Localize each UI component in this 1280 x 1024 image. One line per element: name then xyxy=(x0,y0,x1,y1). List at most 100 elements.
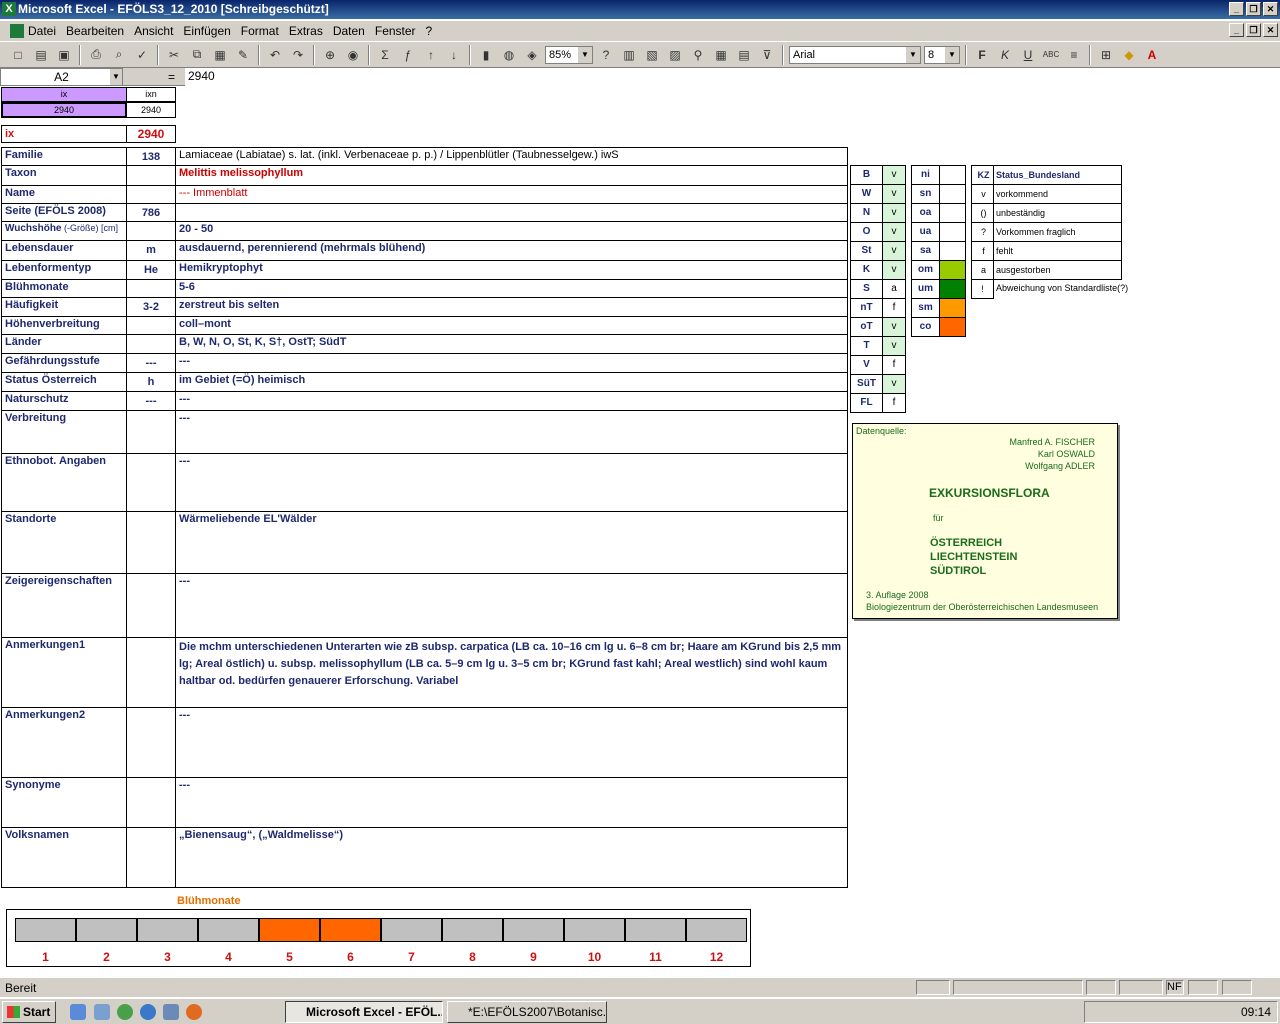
row-label[interactable]: Länder xyxy=(1,334,127,354)
row-code[interactable] xyxy=(126,707,176,778)
row-code[interactable] xyxy=(126,316,176,335)
status-label[interactable]: ausgestorben xyxy=(993,260,1122,280)
hoehe-code[interactable]: ua xyxy=(911,222,940,242)
row-code[interactable]: 786 xyxy=(126,203,176,222)
row-value[interactable]: ausdauernd, perennierend (mehrmals blühe… xyxy=(175,240,848,261)
preview-icon[interactable]: ⌕ xyxy=(109,45,129,65)
row-value[interactable] xyxy=(175,203,848,222)
hoehe-color[interactable] xyxy=(939,317,966,337)
ie-icon[interactable] xyxy=(140,1004,156,1020)
land-code[interactable]: nT xyxy=(850,298,883,318)
row-value[interactable]: B, W, N, O, St, K, S†, OstT; SüdT xyxy=(175,334,848,354)
land-status[interactable]: v xyxy=(882,203,906,223)
redo-icon[interactable]: ↷ xyxy=(288,45,308,65)
new-icon[interactable]: □ xyxy=(8,45,28,65)
row-code[interactable] xyxy=(126,410,176,454)
row-code[interactable] xyxy=(126,453,176,512)
row-value[interactable]: Lamiaceae (Labiatae) s. lat. (inkl. Verb… xyxy=(175,147,848,166)
hoehe-color[interactable] xyxy=(939,241,966,261)
row-value[interactable]: --- xyxy=(175,391,848,411)
row-code[interactable]: m xyxy=(126,240,176,261)
row-label[interactable]: Name xyxy=(1,185,127,204)
status-kz[interactable]: ? xyxy=(971,222,994,242)
status-label[interactable]: fehlt xyxy=(993,241,1122,261)
filter-icon[interactable]: ⊽ xyxy=(757,45,777,65)
hoehe-code[interactable]: sn xyxy=(911,184,940,204)
row-value[interactable]: im Gebiet (=Ö) heimisch xyxy=(175,372,848,392)
row-value[interactable]: 5-6 xyxy=(175,279,848,298)
sort-desc-icon[interactable]: ↓ xyxy=(444,45,464,65)
hoehe-code[interactable]: ni xyxy=(911,165,940,185)
land-status[interactable]: f xyxy=(882,355,906,375)
menu-einfuegen[interactable]: Einfügen xyxy=(183,24,230,38)
format-painter-icon[interactable]: ✎ xyxy=(233,45,253,65)
hoehe-code[interactable]: co xyxy=(911,317,940,337)
undo-icon[interactable]: ↶ xyxy=(265,45,285,65)
land-code[interactable]: W xyxy=(850,184,883,204)
status-label[interactable]: unbeständig xyxy=(993,203,1122,223)
align-icon[interactable]: ≡ xyxy=(1064,45,1084,65)
row-value[interactable]: zerstreut bis selten xyxy=(175,297,848,317)
copy-icon[interactable]: ⧉ xyxy=(187,45,207,65)
row-code[interactable] xyxy=(126,777,176,828)
paste-icon[interactable]: ▦ xyxy=(210,45,230,65)
land-code[interactable]: SüT xyxy=(850,374,883,394)
font-select[interactable]: Arial ▼ xyxy=(789,45,921,64)
row-code[interactable]: 3-2 xyxy=(126,297,176,317)
row-label[interactable]: Anmerkungen2 xyxy=(1,707,127,778)
row-label[interactable]: Synonyme xyxy=(1,777,127,828)
hoehe-code[interactable]: oa xyxy=(911,203,940,223)
row-code[interactable] xyxy=(126,827,176,888)
tool-icon-1[interactable]: ▥ xyxy=(619,45,639,65)
land-status[interactable]: v xyxy=(882,260,906,280)
ixn-header[interactable]: ixn xyxy=(126,87,176,102)
strike-icon[interactable]: ABC xyxy=(1041,45,1061,65)
hyperlink-icon[interactable]: ⊕ xyxy=(320,45,340,65)
hoehe-color[interactable] xyxy=(939,298,966,318)
quicklaunch-icon-1[interactable] xyxy=(70,1004,86,1020)
land-status[interactable]: v xyxy=(882,317,906,337)
menu-datei[interactable]: Datei xyxy=(28,24,56,38)
ix-header[interactable]: ix xyxy=(1,87,127,102)
row-label[interactable]: Zeigereigenschaften xyxy=(1,573,127,638)
menu-extras[interactable]: Extras xyxy=(289,24,323,38)
land-code[interactable]: N xyxy=(850,203,883,223)
status-kz[interactable]: f xyxy=(971,241,994,261)
hoehe-code[interactable]: um xyxy=(911,279,940,299)
land-code[interactable]: O xyxy=(850,222,883,242)
row-value[interactable]: --- xyxy=(175,777,848,828)
land-code[interactable]: K xyxy=(850,260,883,280)
name-box[interactable]: A2 ▼ xyxy=(0,68,123,86)
land-code[interactable]: FL xyxy=(850,393,883,413)
row-label[interactable]: Familie xyxy=(1,147,127,166)
status-label-header[interactable]: Status_Bundesland xyxy=(993,165,1122,185)
row-label[interactable]: Gefährdungsstufe xyxy=(1,353,127,373)
status-kz[interactable]: v xyxy=(971,184,994,204)
map-icon[interactable]: ◍ xyxy=(499,45,519,65)
row-code[interactable] xyxy=(126,279,176,298)
tool-icon-2[interactable]: ▧ xyxy=(642,45,662,65)
web-icon[interactable]: ◉ xyxy=(343,45,363,65)
find-icon[interactable]: ⚲ xyxy=(688,45,708,65)
row-value[interactable]: Wärmeliebende EL'Wälder xyxy=(175,511,848,574)
menu-format[interactable]: Format xyxy=(241,24,279,38)
row-label[interactable]: Taxon xyxy=(1,165,127,186)
status-kz-header[interactable]: KZ xyxy=(971,165,994,185)
land-code[interactable]: V xyxy=(850,355,883,375)
zoom-select[interactable]: 85% ▼ xyxy=(545,45,593,64)
row-value[interactable]: --- xyxy=(175,410,848,454)
autosum-icon[interactable]: Σ xyxy=(375,45,395,65)
row-value[interactable]: 20 - 50 xyxy=(175,221,848,241)
land-code[interactable]: B xyxy=(850,165,883,185)
row-label[interactable]: Häufigkeit xyxy=(1,297,127,317)
borders-icon[interactable]: ⊞ xyxy=(1096,45,1116,65)
row-label[interactable]: Ethnobot. Angaben xyxy=(1,453,127,512)
drawing-icon[interactable]: ◈ xyxy=(522,45,542,65)
start-button[interactable]: Start xyxy=(2,1001,56,1023)
land-code[interactable]: T xyxy=(850,336,883,356)
row-value[interactable]: --- xyxy=(175,573,848,638)
ix-value-cell[interactable]: 2940 xyxy=(1,102,127,118)
spelling-icon[interactable]: ✓ xyxy=(132,45,152,65)
italic-icon[interactable]: K xyxy=(995,45,1015,65)
help-icon[interactable]: ? xyxy=(596,45,616,65)
